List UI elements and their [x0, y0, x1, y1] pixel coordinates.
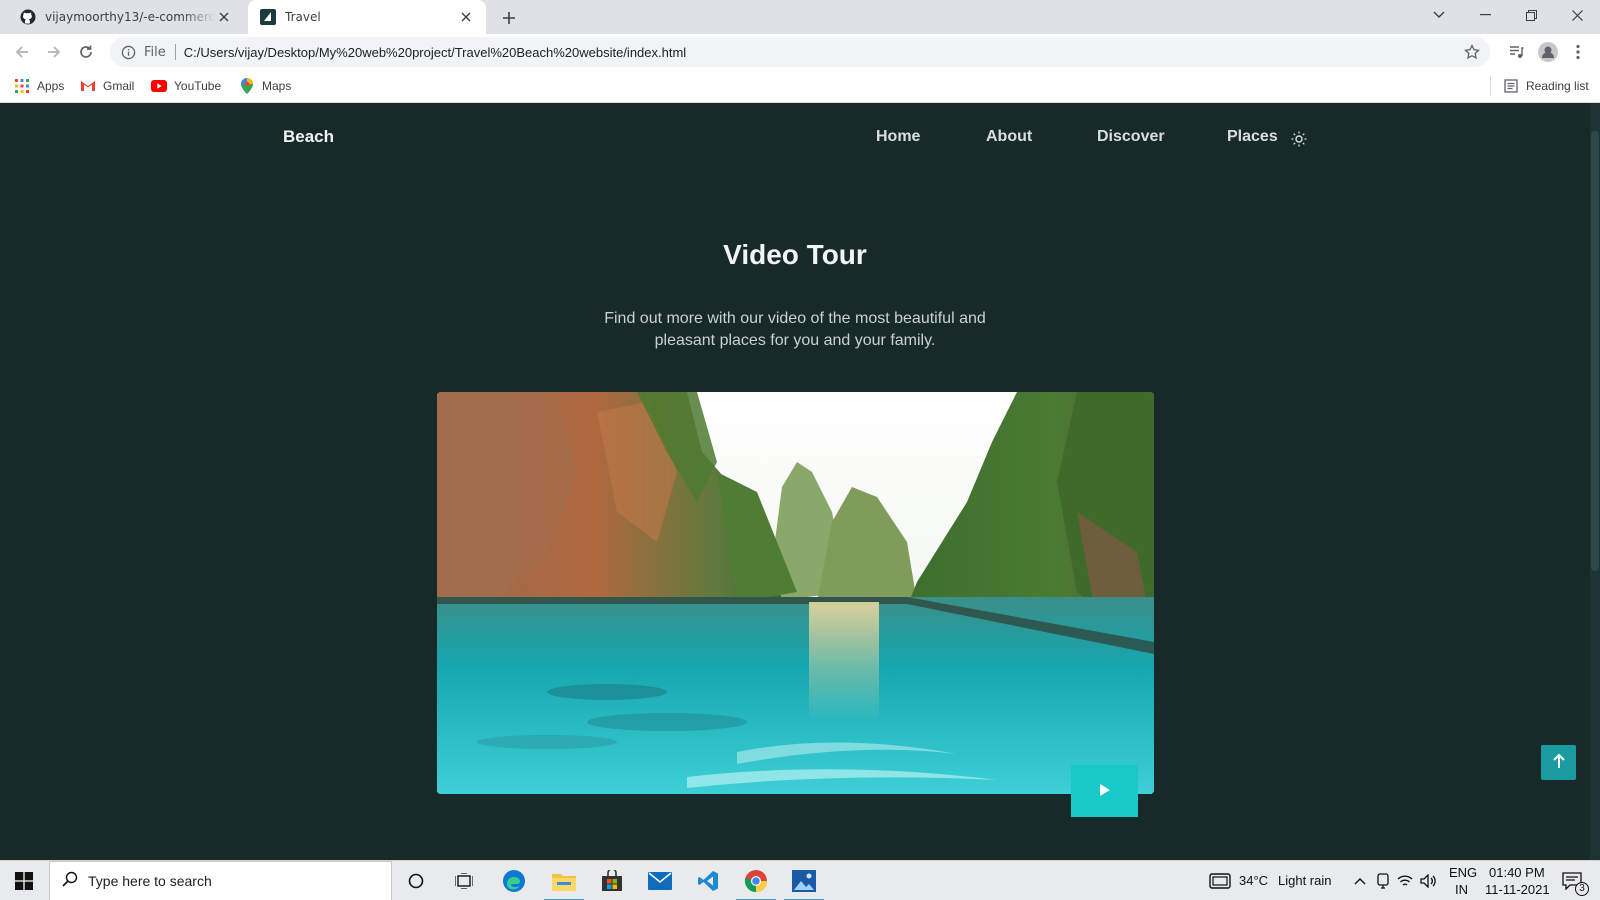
- sun-icon[interactable]: [1290, 130, 1308, 148]
- tab-search-button[interactable]: [1416, 0, 1462, 30]
- scroll-to-top-button[interactable]: [1541, 745, 1576, 780]
- url-text[interactable]: C:/Users/vijay/Desktop/My%20web%20projec…: [184, 45, 686, 60]
- nav-home[interactable]: Home: [876, 128, 920, 146]
- nav-places[interactable]: Places: [1227, 128, 1278, 146]
- apps-grid-icon: [14, 78, 30, 94]
- language-code[interactable]: ENG: [1449, 865, 1477, 880]
- travel-site-icon: [260, 9, 276, 25]
- search-icon: [62, 871, 78, 891]
- bookmark-apps[interactable]: Apps: [14, 76, 64, 96]
- region-code[interactable]: IN: [1455, 882, 1468, 897]
- bookmark-star-icon[interactable]: [1464, 43, 1480, 60]
- restore-button[interactable]: [1508, 0, 1554, 30]
- media-control-icon[interactable]: [1504, 40, 1528, 64]
- clock-time[interactable]: 01:40 PM: [1489, 865, 1545, 880]
- bookmark-youtube[interactable]: YouTube: [151, 76, 221, 96]
- tab-strip: vijaymoorthy13/-e-commerce-site Travel: [0, 0, 1600, 34]
- play-button[interactable]: [1071, 765, 1138, 817]
- reading-list-icon: [1503, 78, 1519, 94]
- cortana-button[interactable]: [392, 861, 440, 900]
- bookmark-label: Gmail: [103, 79, 135, 93]
- video-player[interactable]: [437, 392, 1154, 794]
- windows-taskbar: Type here to search 34°C Light rain ENG …: [0, 860, 1600, 900]
- page-viewport: Beach Home About Discover Places Video T…: [0, 103, 1600, 860]
- microsoft-store-icon[interactable]: [588, 861, 636, 900]
- close-tab-icon[interactable]: [216, 9, 232, 25]
- bookmark-label: YouTube: [174, 79, 222, 93]
- volume-icon[interactable]: [1419, 872, 1437, 890]
- site-logo[interactable]: Beach: [283, 127, 334, 147]
- file-explorer-icon[interactable]: [540, 861, 588, 900]
- profile-avatar-icon[interactable]: [1536, 40, 1560, 64]
- wifi-icon[interactable]: [1396, 872, 1414, 890]
- mail-icon[interactable]: [636, 861, 684, 900]
- bookmark-label: Maps: [262, 79, 292, 93]
- back-button[interactable]: [10, 40, 34, 64]
- maps-icon: [239, 78, 255, 94]
- edge-browser-icon[interactable]: [490, 861, 538, 900]
- bookmark-gmail[interactable]: Gmail: [80, 76, 134, 96]
- bookmarks-bar: Apps Gmail YouTube Maps Reading list: [0, 70, 1600, 103]
- notification-count-badge: 3: [1575, 882, 1589, 896]
- meet-now-icon[interactable]: [1374, 872, 1392, 890]
- forward-button[interactable]: [42, 40, 66, 64]
- menu-kebab-icon[interactable]: [1566, 40, 1590, 64]
- address-bar[interactable]: File C:/Users/vijay/Desktop/My%20web%20p…: [110, 37, 1490, 67]
- taskbar-search-box[interactable]: Type here to search: [49, 861, 392, 900]
- chevron-up-icon[interactable]: [1351, 872, 1369, 890]
- bookmark-maps[interactable]: Maps: [239, 76, 291, 96]
- play-icon: [1099, 782, 1111, 801]
- scheme-label: File: [144, 44, 166, 60]
- nav-about[interactable]: About: [986, 128, 1032, 146]
- scrollbar-thumb[interactable]: [1591, 131, 1599, 571]
- reading-list-label: Reading list: [1526, 79, 1589, 93]
- close-window-button[interactable]: [1554, 0, 1600, 30]
- site-info-icon[interactable]: [120, 44, 136, 60]
- tab-title: vijaymoorthy13/-e-commerce-site: [45, 10, 216, 24]
- github-icon: [20, 9, 36, 25]
- clock-date[interactable]: 11-11-2021: [1485, 882, 1550, 897]
- weather-temp[interactable]: 34°C: [1239, 873, 1268, 888]
- chrome-icon[interactable]: [732, 861, 780, 900]
- close-tab-icon[interactable]: [458, 9, 474, 25]
- divider: [174, 44, 176, 60]
- site-header: Beach Home About Discover Places: [0, 103, 1590, 173]
- tab-title: Travel: [285, 10, 321, 24]
- youtube-icon: [151, 78, 167, 94]
- browser-toolbar: File C:/Users/vijay/Desktop/My%20web%20p…: [0, 34, 1600, 70]
- section-description: Find out more with our video of the most…: [604, 310, 986, 349]
- windows-start-button[interactable]: [0, 861, 48, 900]
- minimize-button[interactable]: [1462, 0, 1508, 30]
- bookmark-label: Apps: [37, 79, 65, 93]
- reading-list-button[interactable]: Reading list: [1490, 76, 1589, 96]
- vscode-icon[interactable]: [684, 861, 732, 900]
- section-title: Video Tour: [723, 239, 867, 270]
- weather-condition[interactable]: Light rain: [1278, 873, 1331, 888]
- video-thumbnail: [437, 392, 1154, 794]
- reload-button[interactable]: [74, 40, 98, 64]
- tab-travel[interactable]: Travel: [248, 0, 486, 34]
- nav-discover[interactable]: Discover: [1097, 128, 1165, 146]
- arrow-up-icon: [1552, 753, 1566, 773]
- new-tab-button[interactable]: [498, 7, 520, 29]
- gmail-icon: [80, 78, 96, 94]
- photos-icon[interactable]: [780, 861, 828, 900]
- task-view-button[interactable]: [440, 861, 488, 900]
- page-scrollbar[interactable]: [1590, 103, 1600, 860]
- tab-github[interactable]: vijaymoorthy13/-e-commerce-site: [8, 0, 244, 34]
- search-placeholder: Type here to search: [88, 873, 212, 889]
- weather-icon[interactable]: [1208, 872, 1232, 890]
